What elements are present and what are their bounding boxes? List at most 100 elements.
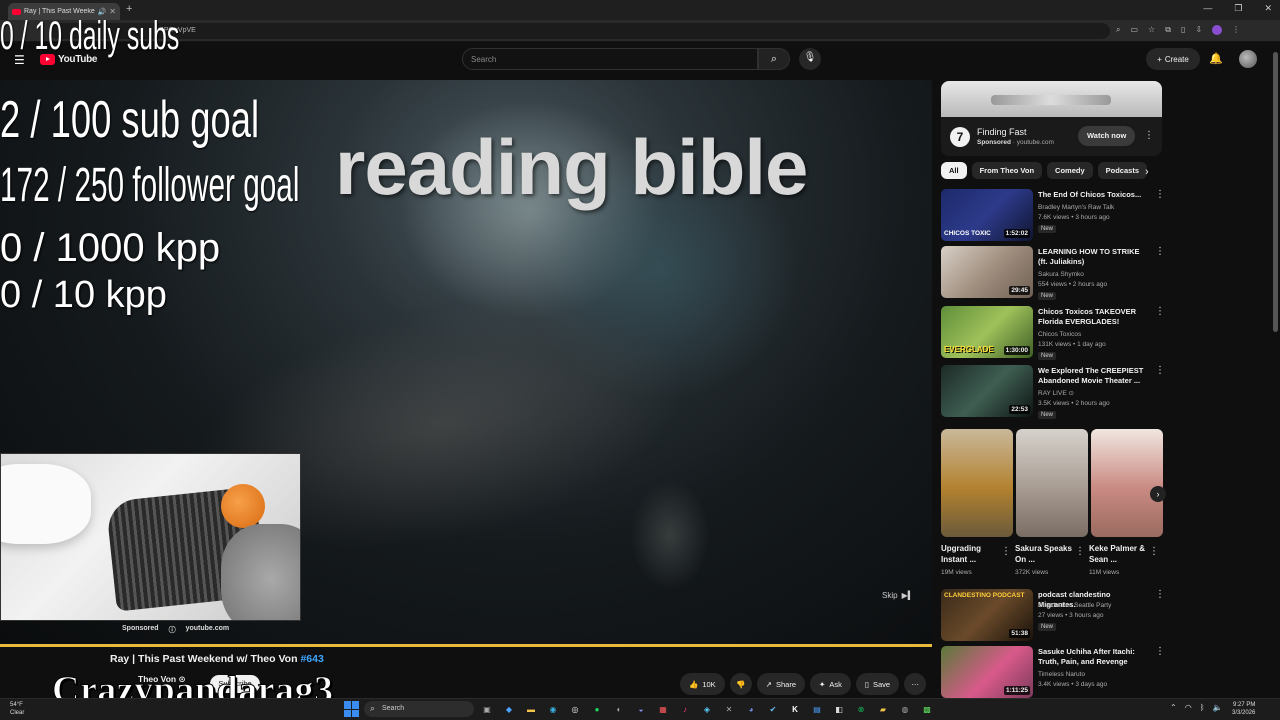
rec-title[interactable]: The End Of Chicos Toxicos... (1038, 190, 1150, 200)
bookmark-star-icon[interactable]: ☆ (1148, 25, 1155, 35)
chevron-right-icon[interactable]: › (1150, 486, 1166, 502)
edge-icon[interactable]: ◉ (544, 701, 562, 717)
list-item[interactable]: 22:53 We Explored The CREEPIEST Abandone… (941, 365, 1166, 419)
app-icon[interactable]: ◒ (632, 701, 650, 717)
app-icon[interactable]: ◧ (830, 701, 848, 717)
more-actions-icon[interactable]: ⋯ (904, 673, 927, 695)
zoom-icon[interactable]: ⌕ (1116, 25, 1120, 35)
ad-domain[interactable]: youtube.com (186, 625, 230, 635)
tiktok-icon[interactable]: ♪ (676, 701, 694, 717)
like-button[interactable]: 👍 10K (680, 673, 725, 695)
weather-widget[interactable]: 54°F Clear (10, 701, 24, 717)
microphone-icon[interactable]: 🎙 (799, 48, 821, 70)
more-options-icon[interactable]: ⋮ (1155, 646, 1165, 657)
rec-title[interactable]: LEARNING HOW TO STRIKE (ft. Juliakins) (1038, 247, 1150, 267)
chip-comedy[interactable]: Comedy (1047, 162, 1093, 179)
more-options-icon[interactable]: ⋮ (1155, 189, 1165, 200)
video-thumbnail[interactable]: CLANDESTINO PODCAST 51:38 (941, 589, 1033, 641)
rec-channel[interactable]: Bradley Martyn's Raw Talk (1038, 203, 1114, 213)
ad-more-icon[interactable]: ⋮ (1144, 130, 1154, 141)
search-icon[interactable]: ⌕ (758, 48, 790, 70)
wifi-icon[interactable]: ◠ (1185, 703, 1192, 712)
app-icon[interactable]: ▤ (808, 701, 826, 717)
maximize-button[interactable]: ❐ (1234, 3, 1242, 14)
ask-button[interactable]: ✦ Ask (810, 673, 851, 695)
more-options-icon[interactable]: ⋮ (1001, 546, 1011, 557)
tray-chevron-icon[interactable]: ⌃ (1170, 703, 1177, 712)
close-window-button[interactable]: ✕ (1264, 3, 1272, 14)
minimize-button[interactable]: — (1203, 3, 1212, 14)
episode-hashtag[interactable]: #643 (300, 653, 323, 665)
rec-channel[interactable]: Clandestino Seattle Party (1038, 601, 1111, 611)
minecraft-icon[interactable]: ▩ (918, 701, 936, 717)
rec-channel[interactable]: Sakura Shymko (1038, 270, 1084, 280)
list-item[interactable]: CLANDESTINO PODCAST 51:38 podcast clande… (941, 589, 1166, 643)
avatar[interactable] (1239, 50, 1257, 68)
short-thumbnail[interactable] (1016, 429, 1088, 537)
chip-all[interactable]: All (941, 162, 967, 179)
rec-channel[interactable]: Timeless Naruto (1038, 670, 1085, 680)
url-field[interactable]: 4POuVpVE (50, 23, 1110, 39)
browser-profile-icon[interactable] (1212, 25, 1223, 35)
rec-title[interactable]: Chicos Toxicos TAKEOVER Florida EVERGLAD… (1038, 307, 1150, 327)
app-icon[interactable]: ✕ (720, 701, 738, 717)
app-icon[interactable]: ◈ (698, 701, 716, 717)
video-thumbnail[interactable]: 1:11:25 (941, 646, 1033, 698)
video-thumbnail[interactable]: 29:45 (941, 246, 1033, 298)
xbox-icon[interactable]: ⊗ (852, 701, 870, 717)
more-options-icon[interactable]: ⋮ (1155, 589, 1165, 600)
rec-channel[interactable]: Chicos Toxicos (1038, 330, 1081, 340)
scrollbar-thumb[interactable] (1273, 52, 1278, 332)
save-button[interactable]: ▯ Save (855, 673, 900, 695)
short-title[interactable]: Keke Palmer & Sean ... (1089, 543, 1149, 565)
bluetooth-icon[interactable]: ᛒ (1200, 703, 1205, 712)
notifications-bell-icon[interactable]: 🔔 (1209, 52, 1223, 65)
create-button[interactable]: + Create (1146, 48, 1200, 70)
app-icon[interactable]: ▦ (654, 701, 672, 717)
ad-banner-image[interactable] (941, 81, 1162, 117)
more-options-icon[interactable]: ⋮ (1155, 306, 1165, 317)
split-view-icon[interactable]: ▯ (1181, 25, 1185, 35)
app-icon[interactable]: ▰ (874, 701, 892, 717)
short-thumbnail[interactable] (1091, 429, 1163, 537)
browser-menu-icon[interactable]: ⋮ (1232, 25, 1240, 35)
list-item[interactable]: EVERGLADE 1:30:00 Chicos Toxicos TAKEOVE… (941, 306, 1166, 360)
dislike-button[interactable]: 👎 (729, 673, 752, 695)
more-options-icon[interactable]: ⋮ (1155, 365, 1165, 376)
rec-title[interactable]: Sasuke Uchiha After Itachi: Truth, Pain,… (1038, 647, 1150, 667)
info-icon[interactable]: ⓘ (169, 625, 176, 635)
file-explorer-icon[interactable]: ▬ (522, 701, 540, 717)
list-item[interactable]: 29:45 LEARNING HOW TO STRIKE (ft. Juliak… (941, 246, 1166, 300)
more-options-icon[interactable]: ⋮ (1075, 546, 1085, 557)
video-progress-bar[interactable] (0, 644, 932, 647)
steam-icon[interactable]: ✔ (764, 701, 782, 717)
chevron-right-icon[interactable]: › (1145, 166, 1149, 178)
windows-start-icon[interactable] (344, 701, 360, 717)
share-button[interactable]: ↗ Share (756, 673, 806, 695)
rec-title[interactable]: We Explored The CREEPIEST Abandoned Movi… (1038, 366, 1150, 386)
downloads-icon[interactable]: ⇩ (1195, 25, 1202, 35)
more-options-icon[interactable]: ⋮ (1149, 546, 1159, 557)
discord-icon[interactable]: ◕ (742, 701, 760, 717)
task-view-icon[interactable]: ▣ (478, 701, 496, 717)
search-input[interactable]: Search (462, 48, 758, 70)
taskbar-search[interactable]: Search (364, 701, 474, 717)
chrome-icon[interactable]: ◎ (566, 701, 584, 717)
app-icon[interactable]: ◍ (896, 701, 914, 717)
chip-podcasts[interactable]: Podcasts (1097, 162, 1147, 179)
watch-now-button[interactable]: Watch now (1078, 126, 1136, 146)
kick-icon[interactable]: K (786, 701, 804, 717)
volume-icon[interactable]: 🔈 (1213, 703, 1223, 712)
rec-channel[interactable]: RAY LIVE ⊙ (1038, 389, 1074, 399)
video-thumbnail[interactable]: EVERGLADE 1:30:00 (941, 306, 1033, 358)
chip-from-theo-von[interactable]: From Theo Von (971, 162, 1043, 179)
taskbar-clock[interactable]: 9:27 PM 3/3/2026 (1232, 701, 1255, 717)
ad-card[interactable]: 7 Finding Fast Sponsored · youtube.com W… (941, 117, 1162, 156)
short-title[interactable]: Sakura Speaks On ... (1015, 543, 1075, 565)
extensions-icon[interactable]: ⧉ (1165, 25, 1171, 35)
cast-icon[interactable]: ▭ (1130, 25, 1138, 35)
copilot-icon[interactable]: ◆ (500, 701, 518, 717)
video-thumbnail[interactable]: 22:53 (941, 365, 1033, 417)
list-item[interactable]: 1:11:25 Sasuke Uchiha After Itachi: Trut… (941, 646, 1166, 700)
page-scrollbar[interactable] (1271, 42, 1280, 698)
